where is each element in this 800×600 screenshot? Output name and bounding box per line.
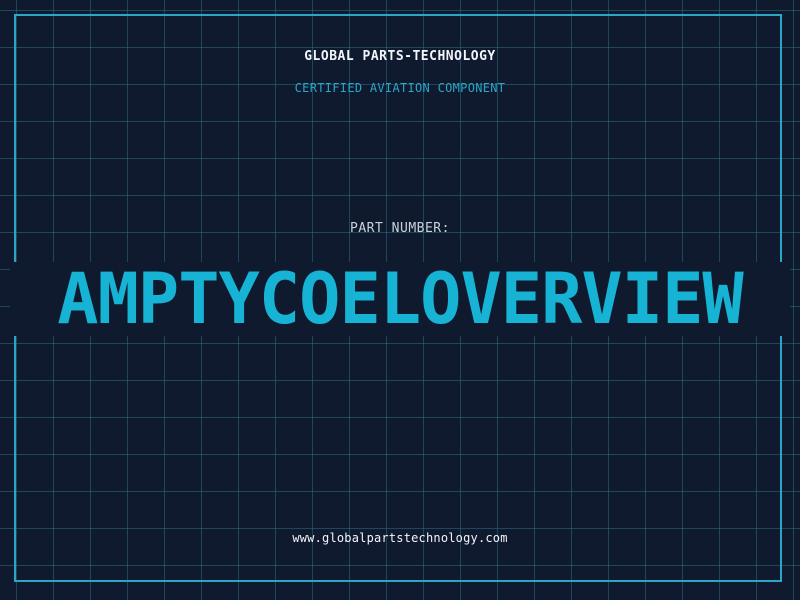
part-number-label: PART NUMBER: [350,221,450,236]
part-number-value: AMPTYCOELOVERVIEW [57,258,743,340]
label-canvas: GLOBAL PARTS-TECHNOLOGY CERTIFIED AVIATI… [0,0,800,600]
certification-tagline: CERTIFIED AVIATION COMPONENT [294,81,506,95]
website-url: www.globalpartstechnology.com [292,531,508,545]
company-name: GLOBAL PARTS-TECHNOLOGY [304,49,496,64]
